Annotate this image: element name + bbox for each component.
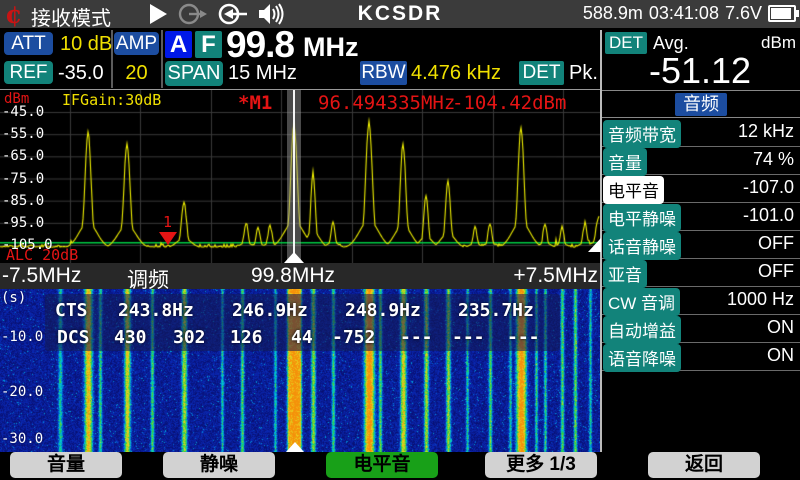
dcs-value: 302 [173, 327, 206, 348]
dcs-value: 126 [230, 327, 263, 348]
softkey-1[interactable]: 音量 [10, 452, 122, 478]
voltage-value: 7.6V [725, 3, 762, 24]
y-tick-label: -95.0 [2, 215, 44, 231]
y-tick-label: -85.0 [2, 193, 44, 209]
panel-row-value: OFF [758, 261, 794, 282]
span-button[interactable]: SPAN [165, 61, 223, 86]
det-value: Pk. [569, 62, 598, 85]
softkey-3[interactable]: 电平音 [326, 452, 438, 478]
panel-row-7[interactable]: CW 音调 1000 Hz [602, 286, 800, 315]
axis-right-label: +7.5MHz [513, 264, 598, 288]
alc-label: ALC 20dB [6, 246, 78, 264]
status-group: 588.9m 03:41:08 7.6V [583, 3, 796, 24]
panel-row-label[interactable]: 电平静噪 [603, 204, 681, 232]
dcs-label: DCS [57, 327, 90, 348]
axis-left-label: -7.5MHz [2, 264, 81, 288]
clock-value: 03:41:08 [649, 3, 719, 24]
axis-center-label: 99.8MHz [223, 264, 363, 288]
frequency-value: 99.8 [226, 24, 294, 66]
panel-row-label[interactable]: 语音降噪 [603, 344, 681, 372]
rbw-button[interactable]: RBW [360, 61, 407, 85]
panel-row-value: 74 % [753, 149, 794, 170]
cts-value: 246.9Hz [232, 300, 308, 321]
ref-value: -35.0 [58, 62, 104, 85]
panel-row-9[interactable]: 语音降噪 ON [602, 342, 800, 371]
vfo-f-button[interactable]: F [195, 31, 222, 58]
tuning-line [293, 90, 295, 263]
dcs-value: 430 [114, 327, 147, 348]
panel-row-2[interactable]: 音量 74 % [602, 146, 800, 175]
det-button[interactable]: DET [519, 61, 564, 85]
time-tick-label: -30.0 [1, 431, 43, 447]
panel-row-4[interactable]: 电平静噪 -101.0 [602, 202, 800, 231]
amp-value: 20 [114, 62, 159, 85]
softkey-2[interactable]: 静噪 [163, 452, 275, 478]
divider [602, 90, 800, 91]
time-axis-unit: (s) [1, 290, 26, 306]
panel-row-label[interactable]: 电平音 [603, 176, 664, 204]
dcs-value: --- [507, 327, 540, 348]
battery-icon [768, 5, 796, 22]
y-tick-label: -55.0 [2, 126, 44, 142]
dcs-value: --- [452, 327, 485, 348]
panel-row-label[interactable]: 话音静噪 [603, 232, 681, 260]
cts-label: CTS [55, 300, 88, 321]
top-bar: ¢ 接收模式 KCSDR 588.9m 03:41:08 7.6V [0, 0, 800, 28]
divider [161, 30, 163, 88]
panel-header: 音频 [675, 93, 727, 116]
marker-freq-label: 96.494335MHz [318, 92, 455, 114]
amp-button[interactable]: AMP [114, 32, 159, 55]
panel-row-value: 1000 Hz [727, 289, 794, 310]
span-value: 15 MHz [228, 62, 297, 85]
panel-row-label[interactable]: 音频带宽 [603, 120, 681, 148]
panel-row-value: -107.0 [743, 177, 794, 198]
uptime-value: 588.9m [583, 3, 643, 24]
time-tick-label: -20.0 [1, 384, 43, 400]
dcs-value: --- [400, 327, 433, 348]
ref-button[interactable]: REF [4, 61, 53, 84]
panel-row-value: -101.0 [743, 205, 794, 226]
center-freq-indicator-icon [284, 252, 304, 263]
cts-value: 248.9Hz [345, 300, 421, 321]
rbw-value: 4.476 kHz [411, 62, 501, 85]
cts-value: 235.7Hz [458, 300, 534, 321]
att-button[interactable]: ATT [4, 32, 53, 55]
ifgain-label: IFGain:30dB [62, 91, 161, 109]
softkey-4[interactable]: 更多 1/3 [485, 452, 597, 478]
att-value: 10 dB [60, 33, 112, 56]
dcs-value: -752 [332, 327, 375, 348]
corner-indicator-icon [588, 238, 601, 252]
softkey-5[interactable]: 返回 [648, 452, 760, 478]
marker-arrow-icon [159, 232, 177, 245]
panel-row-6[interactable]: 亚音 OFF [602, 258, 800, 287]
panel-row-value: ON [767, 345, 794, 366]
dcs-value: 44 [291, 327, 313, 348]
vfo-a-button[interactable]: A [165, 31, 192, 58]
frequency-unit: MHz [303, 32, 359, 63]
marker-number: 1 [163, 213, 172, 231]
y-tick-label: -45.0 [2, 104, 44, 120]
panel-row-label[interactable]: CW 音调 [603, 288, 680, 316]
panel-row-value: OFF [758, 233, 794, 254]
panel-row-8[interactable]: 自动增益 ON [602, 314, 800, 343]
meter-value: -51.12 [602, 50, 798, 92]
frequency-axis: -7.5MHz 调频 99.8MHz +7.5MHz [0, 263, 600, 289]
panel-row-label[interactable]: 自动增益 [603, 316, 681, 344]
cts-value: 243.8Hz [118, 300, 194, 321]
waterfall-center-indicator-icon [286, 442, 304, 452]
panel-row-1[interactable]: 音频带宽 12 kHz [602, 118, 800, 147]
panel-row-value: 12 kHz [738, 121, 794, 142]
panel-row-3[interactable]: 电平音 -107.0 [602, 174, 800, 203]
panel-row-label[interactable]: 亚音 [603, 260, 647, 288]
marker-id-label: *M1 [238, 92, 272, 114]
panel-row-value: ON [767, 317, 794, 338]
panel-row-label[interactable]: 音量 [603, 148, 647, 176]
panel-header-wrap: 音频 [602, 93, 800, 116]
marker-level-label: -104.42dBm [452, 92, 566, 114]
y-tick-label: -75.0 [2, 171, 44, 187]
y-tick-label: -65.0 [2, 148, 44, 164]
time-tick-label: -10.0 [1, 329, 43, 345]
panel-row-5[interactable]: 话音静噪 OFF [602, 230, 800, 259]
